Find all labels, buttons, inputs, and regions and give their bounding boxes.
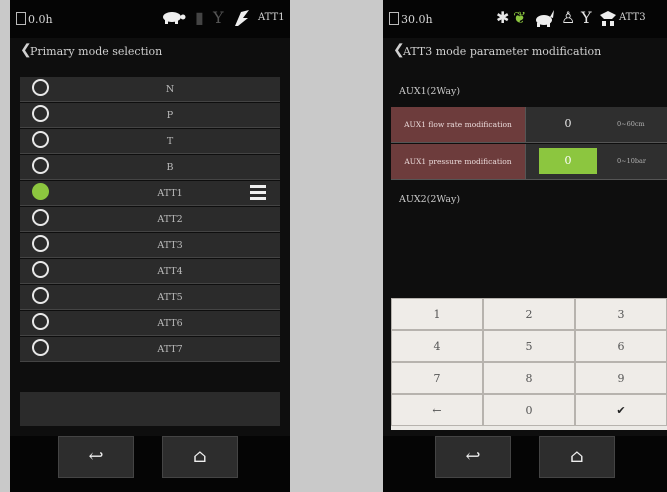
mode-label: ATT2 — [157, 214, 183, 225]
key-6[interactable]: 6 — [575, 330, 667, 362]
home-button[interactable]: ⌂ — [162, 436, 238, 478]
breaker-icon — [598, 9, 618, 31]
param-range: 0~10bar — [617, 157, 646, 165]
antenna-icon: Y — [581, 8, 592, 27]
mode-label: P — [166, 110, 174, 121]
key-1[interactable]: 1 — [391, 298, 483, 330]
nav-bar: ↩ ⌂ — [383, 436, 667, 492]
mode-label: ATT6 — [157, 318, 183, 329]
radio-icon[interactable] — [32, 261, 49, 278]
key-2[interactable]: 2 — [483, 298, 575, 330]
key-4[interactable]: 4 — [391, 330, 483, 362]
flow-rate-value-input[interactable]: 0 — [539, 111, 597, 137]
mode-label: B — [166, 162, 174, 173]
back-button[interactable]: ↩ — [435, 436, 511, 478]
mode-label: ATT5 — [157, 292, 183, 303]
home-button[interactable]: ⌂ — [539, 436, 615, 478]
mode-item-att7[interactable]: ATT7 — [20, 337, 280, 362]
hour-meter: 0.0h — [16, 12, 53, 26]
mode-item-att2[interactable]: ATT2 — [20, 207, 280, 232]
mode-item-n[interactable]: N — [20, 77, 280, 102]
mode-item-p[interactable]: P — [20, 103, 280, 128]
aux1-pressure-row[interactable]: AUX1 pressure modification 0 0~10bar — [391, 144, 667, 180]
back-button[interactable]: ↩ — [58, 436, 134, 478]
current-mode-tag: ATT1 — [258, 12, 285, 23]
signal-bars-icon: ▮ — [195, 8, 204, 27]
page-title: ATT3 mode parameter modification — [403, 45, 602, 58]
status-bar: 0.0h ▮ Y ATT1 — [10, 0, 290, 38]
radio-icon[interactable] — [32, 209, 49, 226]
mode-item-att3[interactable]: ATT3 — [20, 233, 280, 258]
mode-label: ATT3 — [157, 240, 183, 251]
confirm-check-icon[interactable]: ✔ — [575, 394, 667, 426]
mode-list: N P T B ATT1 ATT2 ATT3 ATT4 ATT5 ATT6 AT… — [20, 77, 280, 363]
turtle-icon — [160, 9, 186, 29]
radio-selected-icon[interactable] — [32, 183, 49, 200]
numeric-keypad: 1 2 3 4 5 6 7 8 9 ← 0 ✔ — [391, 298, 667, 430]
param-range: 0~60cm — [617, 120, 645, 128]
leaf-icon: ❦ — [513, 8, 527, 27]
key-3[interactable]: 3 — [575, 298, 667, 330]
mode-label: ATT4 — [157, 266, 183, 277]
key-5[interactable]: 5 — [483, 330, 575, 362]
operator-icon: ♙ — [561, 8, 576, 27]
radio-icon[interactable] — [32, 131, 49, 148]
aux1-section-label: AUX1(2Way) — [399, 86, 461, 97]
backspace-key-icon[interactable]: ← — [391, 394, 483, 426]
radio-icon[interactable] — [32, 339, 49, 356]
pressure-value-input[interactable]: 0 — [539, 148, 597, 174]
primary-mode-screen: 0.0h ▮ Y ATT1 ❮ Primary mode selection N… — [10, 0, 290, 492]
mode-item-t[interactable]: T — [20, 129, 280, 154]
list-footer — [20, 392, 280, 426]
key-8[interactable]: 8 — [483, 362, 575, 394]
mode-item-att6[interactable]: ATT6 — [20, 311, 280, 336]
mode-item-att4[interactable]: ATT4 — [20, 259, 280, 284]
radio-icon[interactable] — [32, 313, 49, 330]
mode-label: ATT1 — [157, 188, 183, 199]
breaker-icon — [232, 9, 252, 31]
radio-icon[interactable] — [32, 105, 49, 122]
title-bar: ❮ Primary mode selection — [10, 38, 290, 66]
mode-item-att1[interactable]: ATT1 — [20, 181, 280, 206]
key-0[interactable]: 0 — [483, 394, 575, 426]
mode-label: T — [166, 136, 174, 147]
mode-item-b[interactable]: B — [20, 155, 280, 180]
current-mode-tag: ATT3 — [619, 12, 646, 23]
radio-icon[interactable] — [32, 235, 49, 252]
mode-label: ATT7 — [157, 344, 183, 355]
rabbit-icon — [533, 9, 557, 31]
mode-item-att5[interactable]: ATT5 — [20, 285, 280, 310]
radio-icon[interactable] — [32, 287, 49, 304]
key-7[interactable]: 7 — [391, 362, 483, 394]
radio-icon[interactable] — [32, 79, 49, 96]
bluetooth-icon: ✱ — [496, 8, 510, 27]
antenna-icon: Y — [213, 8, 224, 27]
page-title: Primary mode selection — [30, 45, 163, 58]
aux2-section-label: AUX2(2Way) — [399, 194, 461, 205]
parameter-modification-screen: 30.0h ✱ ❦ ♙ Y ATT3 ❮ ATT3 mode parameter… — [383, 0, 667, 492]
aux1-flow-rate-row[interactable]: AUX1 flow rate modification 0 0~60cm — [391, 107, 667, 143]
param-name: AUX1 flow rate modification — [391, 107, 526, 142]
mode-label: N — [165, 84, 175, 95]
param-name: AUX1 pressure modification — [391, 144, 526, 179]
nav-bar: ↩ ⌂ — [10, 436, 290, 492]
radio-icon[interactable] — [32, 157, 49, 174]
status-bar: 30.0h ✱ ❦ ♙ Y ATT3 — [383, 0, 667, 38]
menu-icon[interactable] — [250, 185, 266, 200]
key-9[interactable]: 9 — [575, 362, 667, 394]
title-bar: ❮ ATT3 mode parameter modification — [383, 38, 667, 66]
hour-meter: 30.0h — [389, 12, 433, 26]
